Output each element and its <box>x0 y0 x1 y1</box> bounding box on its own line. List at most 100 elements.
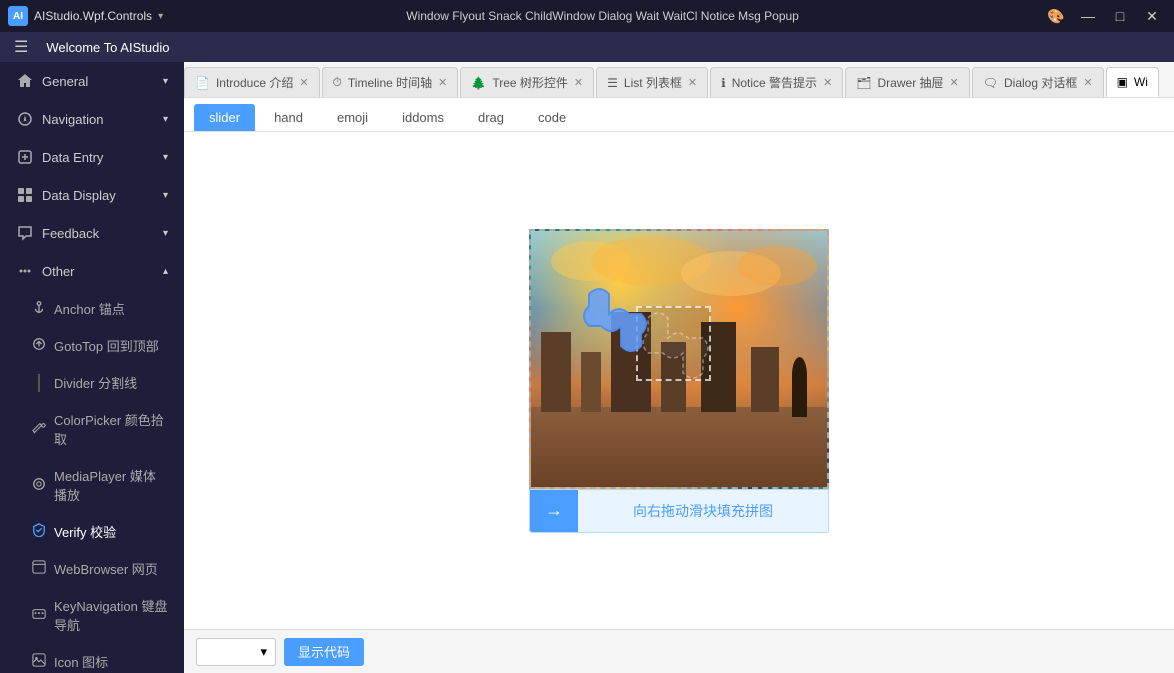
tab-wi[interactable]: ▣ Wi <box>1106 67 1159 97</box>
tab-icon-dialog: 🗨 <box>983 76 998 90</box>
icon-icon <box>32 653 46 670</box>
sidebar-item-navigation[interactable]: Navigation ▾ <box>0 100 184 138</box>
verify-icon <box>32 523 46 540</box>
tab-dialog[interactable]: 🗨 Dialog 对话框 ✕ <box>972 67 1104 97</box>
main-layout: General ▾ Navigation ▾ Data Entry ▾ Data… <box>0 62 1174 673</box>
sidebar-item-feedback[interactable]: Feedback ▾ <box>0 214 184 252</box>
sidebar-item-divider[interactable]: Divider 分割线 <box>0 364 184 401</box>
tab-introduce[interactable]: 📄 Introduce 介绍 ✕ <box>184 67 320 97</box>
window-title: Window Flyout Snack ChildWindow Dialog W… <box>406 9 799 23</box>
sidebar-label-webbrowser: WebBrowser 网页 <box>54 559 158 578</box>
tab-close-introduce[interactable]: ✕ <box>299 76 308 89</box>
sidebar-label-feedback: Feedback <box>42 226 99 241</box>
sidebar-item-gotop[interactable]: GotoTop 回到顶部 <box>0 327 184 364</box>
sub-tab-label-emoji: emoji <box>337 110 368 125</box>
sidebar-item-icon[interactable]: Icon 图标 <box>0 643 184 673</box>
tab-icon-list: ☰ <box>607 76 618 90</box>
select-chevron-icon: ▾ <box>260 644 267 660</box>
puzzle-container: → 向右拖动滑块填充拼图 <box>529 229 829 533</box>
sub-tab-slider[interactable]: slider <box>194 104 255 131</box>
sidebar-item-colorpicker[interactable]: ColorPicker 颜色拾取 <box>0 401 184 457</box>
title-bar-left: AI AIStudio.Wpf.Controls ▾ <box>8 6 163 26</box>
data-entry-icon <box>16 148 34 166</box>
maximize-button[interactable]: □ <box>1106 5 1134 27</box>
menu-arrow: ▾ <box>158 11 163 22</box>
sidebar-item-webbrowser[interactable]: WebBrowser 网页 <box>0 550 184 587</box>
sidebar-label-data-display: Data Display <box>42 188 116 203</box>
sidebar-label-mediaplayer: MediaPlayer 媒体播放 <box>54 466 168 504</box>
sidebar-item-mediaplayer[interactable]: MediaPlayer 媒体播放 <box>0 457 184 513</box>
gotop-icon <box>32 337 46 354</box>
close-button[interactable]: ✕ <box>1138 5 1166 27</box>
sub-tab-iddoms[interactable]: iddoms <box>387 104 459 131</box>
tab-label-notice: Notice 警告提示 <box>732 74 817 91</box>
sidebar-label-data-entry: Data Entry <box>42 150 103 165</box>
tab-list[interactable]: ☰ List 列表框 ✕ <box>596 67 708 97</box>
code-select[interactable]: ▾ <box>196 638 276 666</box>
theme-button[interactable]: 🎨 <box>1042 5 1070 27</box>
puzzle-image <box>529 229 829 489</box>
canvas-area: → 向右拖动滑块填充拼图 <box>184 132 1174 629</box>
tab-label-tree: Tree 树形控件 <box>492 74 568 91</box>
tab-close-list[interactable]: ✕ <box>688 76 697 89</box>
feedback-icon <box>16 224 34 242</box>
minimize-button[interactable]: — <box>1074 5 1102 27</box>
tab-close-tree[interactable]: ✕ <box>574 76 583 89</box>
title-bar: AI AIStudio.Wpf.Controls ▾ Window Flyout… <box>0 0 1174 32</box>
sidebar-label-icon: Icon 图标 <box>54 652 108 671</box>
tabs-bar: 📄 Introduce 介绍 ✕ ⏱ Timeline 时间轴 ✕ 🌲 Tree… <box>184 62 1174 98</box>
tab-icon-timeline: ⏱ <box>333 75 342 90</box>
puzzle-slider-bar[interactable]: → 向右拖动滑块填充拼图 <box>529 489 829 533</box>
sidebar-label-other: Other <box>42 264 75 279</box>
mediaplayer-icon <box>32 477 46 494</box>
sidebar-item-data-display[interactable]: Data Display ▾ <box>0 176 184 214</box>
puzzle-piece-float <box>581 286 651 356</box>
sub-tab-drag[interactable]: drag <box>463 104 519 131</box>
sub-tab-label-slider: slider <box>209 110 240 125</box>
sub-tab-hand[interactable]: hand <box>259 104 318 131</box>
sidebar-item-general[interactable]: General ▾ <box>0 62 184 100</box>
tab-notice[interactable]: ℹ Notice 警告提示 ✕ <box>710 67 843 97</box>
tab-icon-introduce: 📄 <box>195 76 210 90</box>
sidebar-label-gotop: GotoTop 回到顶部 <box>54 336 159 355</box>
sidebar-item-anchor[interactable]: Anchor 锚点 <box>0 290 184 327</box>
puzzle-slider-handle[interactable]: → <box>530 489 578 533</box>
arrow-icon-general: ▾ <box>163 76 168 87</box>
anchor-icon <box>32 300 46 317</box>
sidebar-item-data-entry[interactable]: Data Entry ▾ <box>0 138 184 176</box>
tab-icon-drawer: 🗂 <box>856 76 871 90</box>
tab-close-notice[interactable]: ✕ <box>823 76 832 89</box>
sub-tab-label-hand: hand <box>274 110 303 125</box>
app-logo: AI <box>8 6 28 26</box>
content-area: 📄 Introduce 介绍 ✕ ⏱ Timeline 时间轴 ✕ 🌲 Tree… <box>184 62 1174 673</box>
home-icon <box>16 72 34 90</box>
sub-tabs: slider hand emoji iddoms drag code <box>184 98 1174 132</box>
show-code-button[interactable]: 显示代码 <box>284 638 364 666</box>
sidebar-label-anchor: Anchor 锚点 <box>54 299 125 318</box>
keynavigation-icon <box>32 607 46 624</box>
sidebar-item-verify[interactable]: Verify 校验 <box>0 513 184 550</box>
app-name: AIStudio.Wpf.Controls <box>34 9 152 23</box>
tab-close-dialog[interactable]: ✕ <box>1083 76 1092 89</box>
sub-tab-label-iddoms: iddoms <box>402 110 444 125</box>
arrow-icon-navigation: ▾ <box>163 114 168 125</box>
menu-hamburger-icon[interactable]: ☰ <box>8 33 34 61</box>
sub-tab-code[interactable]: code <box>523 104 581 131</box>
webbrowser-icon <box>32 560 46 577</box>
sidebar: General ▾ Navigation ▾ Data Entry ▾ Data… <box>0 62 184 673</box>
sidebar-item-other[interactable]: Other ▴ <box>0 252 184 290</box>
window-controls: 🎨 — □ ✕ <box>1042 5 1166 27</box>
tab-drawer[interactable]: 🗂 Drawer 抽屉 ✕ <box>845 67 969 97</box>
arrow-icon-data-display: ▾ <box>163 190 168 201</box>
tab-label-wi: Wi <box>1134 75 1148 89</box>
tab-label-introduce: Introduce 介绍 <box>216 74 293 91</box>
tab-tree[interactable]: 🌲 Tree 树形控件 ✕ <box>460 67 594 97</box>
tab-timeline[interactable]: ⏱ Timeline 时间轴 ✕ <box>322 67 459 97</box>
tab-close-drawer[interactable]: ✕ <box>950 76 959 89</box>
sidebar-item-keynavigation[interactable]: KeyNavigation 键盘导航 <box>0 587 184 643</box>
sub-tab-emoji[interactable]: emoji <box>322 104 383 131</box>
tab-label-timeline: Timeline 时间轴 <box>348 74 432 91</box>
menu-home-title[interactable]: Welcome To AIStudio <box>36 36 179 59</box>
tab-close-timeline[interactable]: ✕ <box>438 76 447 89</box>
other-icon <box>16 262 34 280</box>
